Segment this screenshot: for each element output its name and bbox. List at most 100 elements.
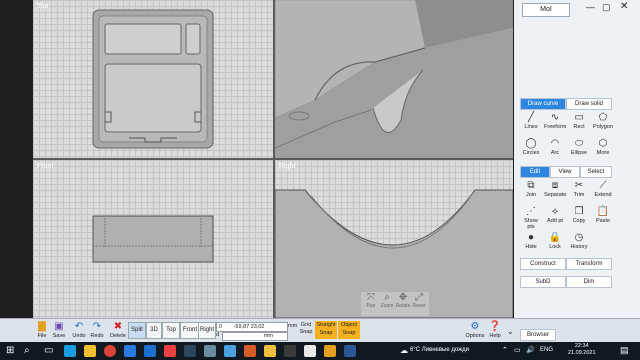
search-icon[interactable]: ⌕ [24,345,30,356]
transform-button[interactable]: Transform [566,258,612,270]
mail-icon[interactable] [144,345,156,357]
zoom-control[interactable]: ⌕ Zoom [379,292,395,309]
steam-icon[interactable] [184,345,196,357]
tool-more[interactable]: ⬡ More [592,138,614,156]
media-player-icon[interactable] [164,345,176,357]
viewport-right[interactable]: Right ⤧ Pan ⌕ Zoom ✥ Rotate ⤢ Reset [275,160,513,318]
help-icon: ❓ [488,321,502,332]
grid-snap-toggle[interactable]: Grid Snap [298,322,314,336]
language-indicator[interactable]: ENG [540,347,553,353]
browser-app-icon[interactable] [344,345,356,357]
app-icon[interactable] [204,345,216,357]
minimize-button[interactable]: — [586,2,595,12]
viewport-top[interactable]: Top [33,0,273,158]
tool-join[interactable]: ⧉ Join [520,180,542,198]
view-right-button[interactable]: Right [198,322,216,339]
top-view-model [92,9,214,149]
join-icon: ⧉ [527,180,535,191]
coordinate-input[interactable]: 0 -59,87 23,02 [216,322,288,332]
tool-hide[interactable]: ● Hide [520,232,542,250]
tab-view[interactable]: View [550,166,580,178]
tool-rect[interactable]: ▭ Rect [568,112,590,130]
tool-history[interactable]: ◷ History [568,232,590,250]
straight-snap-toggle[interactable]: Straight Snap [315,321,337,339]
ellipse-icon: ⬭ [574,138,584,149]
windows-start-icon[interactable]: ⊞ [6,345,14,356]
edge-icon[interactable] [64,345,76,357]
browser-button[interactable]: Browser [520,329,556,341]
subd-button[interactable]: SubD [520,276,566,288]
perspective-model [275,0,513,158]
undo-button[interactable]: ↶ Undo [70,321,88,339]
photoshop-icon[interactable] [264,345,276,357]
show-points-icon: ⋰ [526,206,536,217]
task-view-icon[interactable]: ▭ [44,345,53,356]
tool-trim[interactable]: ✂ Trim [568,180,590,198]
tab-draw-curve[interactable]: Draw curve [520,98,566,110]
redo-button[interactable]: ↷ Redo [88,321,106,339]
close-button[interactable]: ✕ [620,1,628,12]
view-3d-button[interactable]: 3D [146,322,162,339]
weather-icon: ☁ [400,346,408,355]
tab-select[interactable]: Select [580,166,612,178]
chrome-icon[interactable] [104,345,116,357]
store-icon[interactable] [124,345,136,357]
tool-lines[interactable]: ╱ Lines [520,112,542,130]
tab-draw-solid[interactable]: Draw solid [566,98,612,110]
tool-lock[interactable]: 🔒 Lock [544,232,566,250]
delete-button[interactable]: ✖ Delete [108,321,128,339]
lock-icon: 🔒 [548,232,562,243]
bandicam-icon[interactable] [324,345,336,357]
network-icon[interactable]: ▭ [514,346,521,354]
maximize-button[interactable]: ▢ [602,2,611,13]
chevron-down-icon[interactable]: ⌄ [507,327,514,336]
clock[interactable]: 22:34 21.09.2021 [568,343,596,357]
tool-freeform[interactable]: ∿ Freeform [544,112,566,130]
options-button[interactable]: ⚙ Options [464,321,486,339]
viewport-front[interactable]: Front [33,160,273,318]
tool-separate[interactable]: ⧈ Separate [544,180,566,198]
tray-chevron-icon[interactable]: ⌃ [502,346,508,354]
undo-icon: ↶ [74,321,84,332]
reset-control[interactable]: ⤢ Reset [411,292,427,309]
office-icon[interactable] [244,345,256,357]
calculator-icon[interactable] [284,345,296,357]
hide-icon: ● [527,232,535,243]
file-explorer-icon[interactable] [84,345,96,357]
tool-extend[interactable]: ⟋ Extend [592,180,614,198]
pan-control[interactable]: ⤧ Pan [363,292,379,309]
tool-ellipse[interactable]: ⬭ Ellipse [568,138,590,156]
construct-button[interactable]: Construct [520,258,566,270]
tool-show-points[interactable]: ⋰ Show pts [520,206,542,230]
extend-icon: ⟋ [599,180,607,191]
tool-arc[interactable]: ◠ Arc [544,138,566,156]
tool-add-point[interactable]: ⟡ Add pt [544,206,566,224]
rotate-control[interactable]: ✥ Rotate [395,292,411,309]
volume-icon[interactable]: 🔊 [526,346,535,354]
tool-circles[interactable]: ◯ Circles [520,138,542,156]
recorder-icon[interactable] [304,345,316,357]
help-button[interactable]: ❓ Help [486,321,504,339]
tab-edit[interactable]: Edit [520,166,550,178]
distance-input[interactable]: mm [222,332,288,341]
view-front-button[interactable]: Front [180,322,200,339]
rect-icon: ▭ [574,112,584,123]
weather-status[interactable]: 6°C Ливневые дожди [410,347,469,353]
gear-icon: ⚙ [470,321,480,332]
object-snap-toggle[interactable]: Object Snap [338,321,360,339]
front-view-model [92,215,214,263]
pan-icon: ⤧ [367,292,375,303]
redo-icon: ↷ [92,321,102,332]
view-split-button[interactable]: Split [128,322,146,339]
notification-icon[interactable]: ▤ [620,345,629,356]
viewport-3d[interactable]: 3D [275,0,513,158]
view-top-button[interactable]: Top [162,322,180,339]
tool-paste[interactable]: 📋 Paste [592,206,614,224]
tool-copy[interactable]: ❐ Copy [568,206,590,224]
save-button[interactable]: ▣ Save [51,321,67,339]
file-button[interactable]: ▇ File [34,321,50,339]
more-icon: ⬡ [598,138,608,149]
moi-icon[interactable] [224,345,236,357]
tool-polygon[interactable]: ⬠ Polygon [592,112,614,130]
dim-button[interactable]: Dim [566,276,612,288]
